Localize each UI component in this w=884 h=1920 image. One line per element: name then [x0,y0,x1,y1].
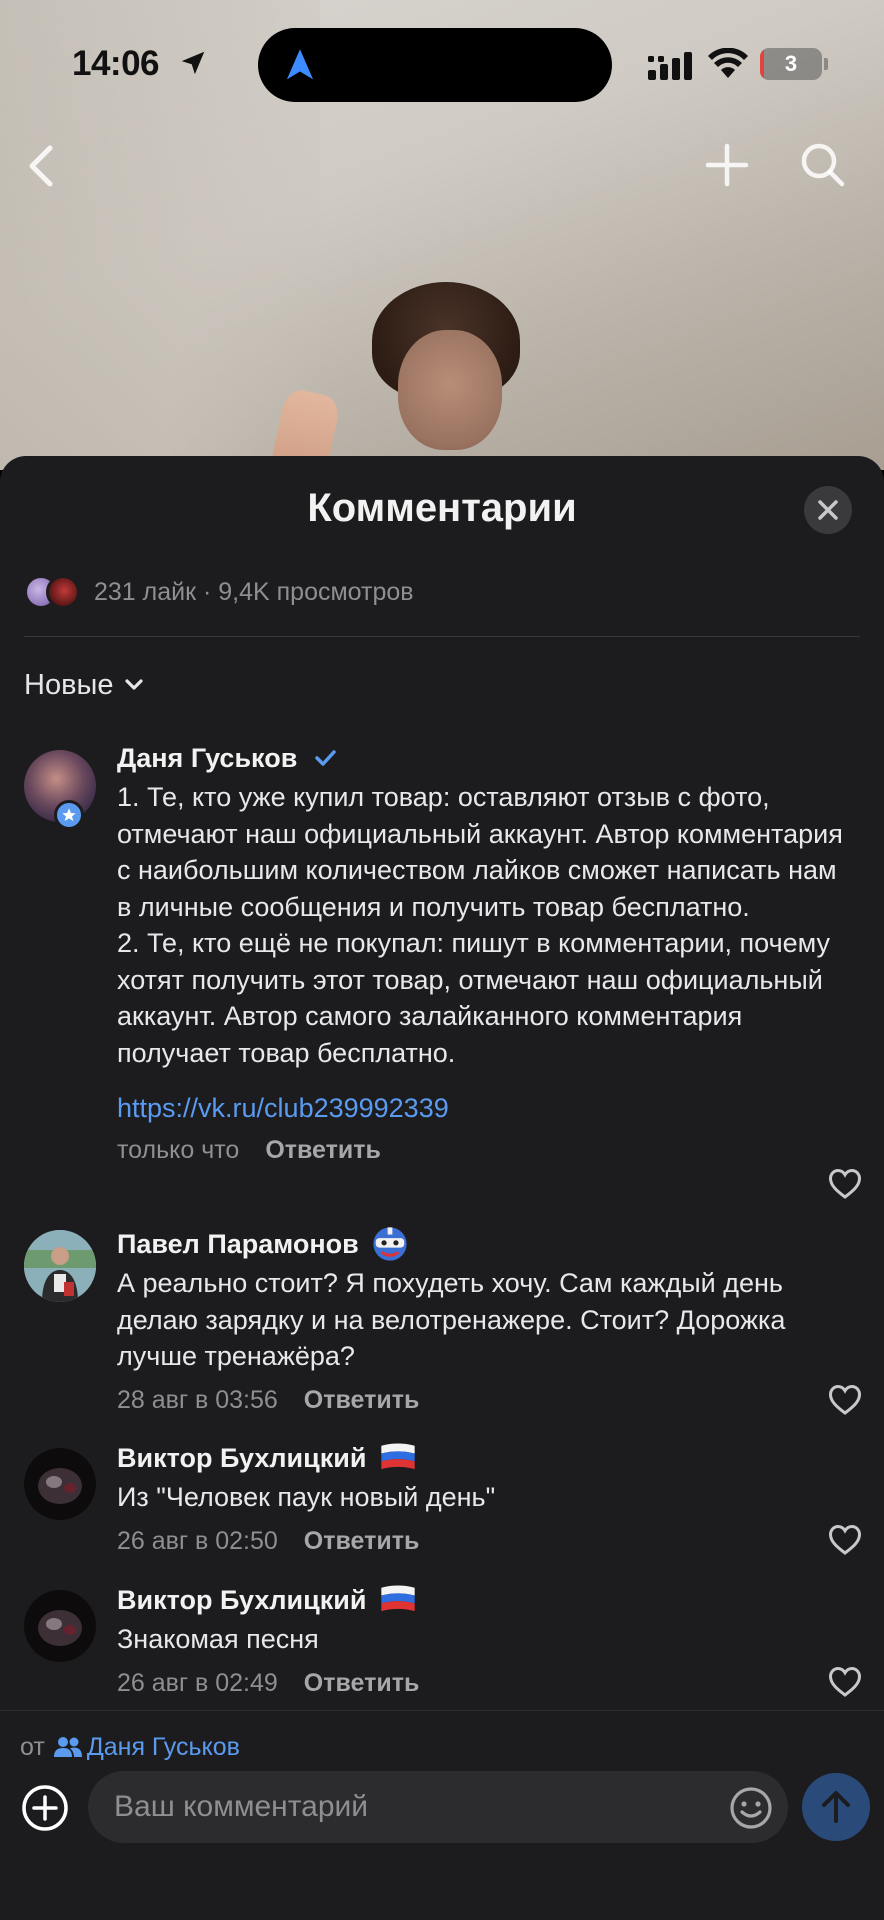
cellular-signal-icon [648,52,692,80]
comment-meta: 28 авг в 03:56 Ответить [117,1381,853,1421]
avatar[interactable] [24,1230,96,1302]
superhero-emoji-icon [373,1227,407,1261]
arrow-up-icon [822,1791,850,1823]
comment-author[interactable]: Даня Гуськов [117,743,297,774]
send-button[interactable] [802,1773,870,1841]
from-label: от [20,1732,45,1761]
russia-flag-icon [381,1585,416,1612]
comment-body: Виктор Бухлицкий Знакомая песня 26 авг в… [117,1580,853,1704]
comment-author-row: Виктор Бухлицкий [117,1580,853,1620]
comment-author[interactable]: Павел Парамонов [117,1229,359,1260]
from-name: Даня Гуськов [86,1732,240,1761]
liker-avatar [46,575,80,609]
divider [24,636,860,637]
comment-author-row: Павел Парамонов [117,1224,853,1264]
community-icon [53,1737,82,1757]
battery-percentage: 3 [784,51,798,76]
avatar[interactable] [24,1590,96,1662]
search-icon[interactable] [798,140,848,190]
likes-views-text: 231 лайк · 9,4K просмотров [94,577,414,606]
comment-time: 28 авг в 03:56 [117,1386,278,1414]
post-as-selector[interactable]: от Даня Гуськов [20,1729,240,1765]
comment-body: Виктор Бухлицкий Из "Человек паук новый … [117,1438,853,1562]
star-badge-icon [54,800,84,830]
close-icon [818,500,838,520]
comment-text: Знакомая песня [117,1624,319,1654]
avatar[interactable] [24,1448,96,1520]
comment-text: А реально стоит? Я похудеть хочу. Сам ка… [117,1268,786,1371]
sheet-title: Комментарии [307,486,577,530]
verified-check-icon [315,750,337,766]
location-arrow-icon [181,51,205,75]
plus-icon[interactable] [702,140,752,190]
comment-body: Даня Гуськов 1. Те, кто уже купил товар:… [117,738,853,1170]
russia-flag-icon [381,1443,416,1470]
battery-icon: 3 [760,48,822,80]
avatar-portrait [24,1448,96,1520]
comment-text: Из "Человек паук новый день" [117,1482,496,1512]
avatar-portrait [24,1590,96,1662]
emoji-icon[interactable] [728,1785,774,1831]
back-chevron-icon[interactable] [18,138,66,194]
wifi-icon [708,48,748,78]
heart-icon[interactable] [828,1384,862,1416]
heart-icon[interactable] [828,1524,862,1556]
heart-icon[interactable] [828,1168,862,1200]
reply-button[interactable]: Ответить [304,1527,420,1556]
comment-author[interactable]: Виктор Бухлицкий [117,1585,366,1616]
comment-time: 26 авг в 02:49 [117,1669,278,1697]
comment-meta: только что Ответить [117,1130,853,1170]
reply-button[interactable]: Ответить [304,1386,420,1415]
comment-author[interactable]: Виктор Бухлицкий [117,1443,366,1474]
reply-button[interactable]: Ответить [265,1136,381,1165]
comment-input[interactable] [88,1771,788,1843]
status-bar: 14:06 3 [0,0,884,130]
close-button[interactable] [804,486,852,534]
comment-composer: от Даня Гуськов [0,1710,884,1920]
sort-dropdown[interactable]: Новые [24,662,145,708]
video-person-face [398,330,502,450]
comment-body: Павел Парамонов А реально стоит? Я похуд… [117,1224,853,1421]
comment-meta: 26 авг в 02:49 Ответить [117,1664,853,1704]
heart-icon[interactable] [828,1666,862,1698]
comment-link[interactable]: https://vk.ru/club239992339 [117,1093,853,1124]
comments-sheet: Комментарии 231 лайк · 9,4K просмотров Н… [0,456,884,1920]
comment-time: 26 авг в 02:50 [117,1527,278,1555]
navigation-arrow-icon [286,49,314,80]
sort-label: Новые [24,668,114,701]
comment-meta: 26 авг в 02:50 Ответить [117,1522,853,1562]
comment-text: 1. Те, кто уже купил товар: оставляют от… [117,782,843,1068]
chevron-down-icon [125,679,144,690]
dynamic-island [258,28,612,102]
add-attachment-icon[interactable] [20,1783,70,1833]
stats-row[interactable]: 231 лайк · 9,4K просмотров [24,572,414,612]
comment-time: только что [117,1135,240,1164]
reply-button[interactable]: Ответить [304,1669,420,1698]
status-time: 14:06 [72,44,160,83]
battery-cap [824,58,828,70]
comment-author-row: Виктор Бухлицкий [117,1438,853,1478]
avatar-portrait [24,1230,96,1302]
comment-author-row: Даня Гуськов [117,738,853,778]
